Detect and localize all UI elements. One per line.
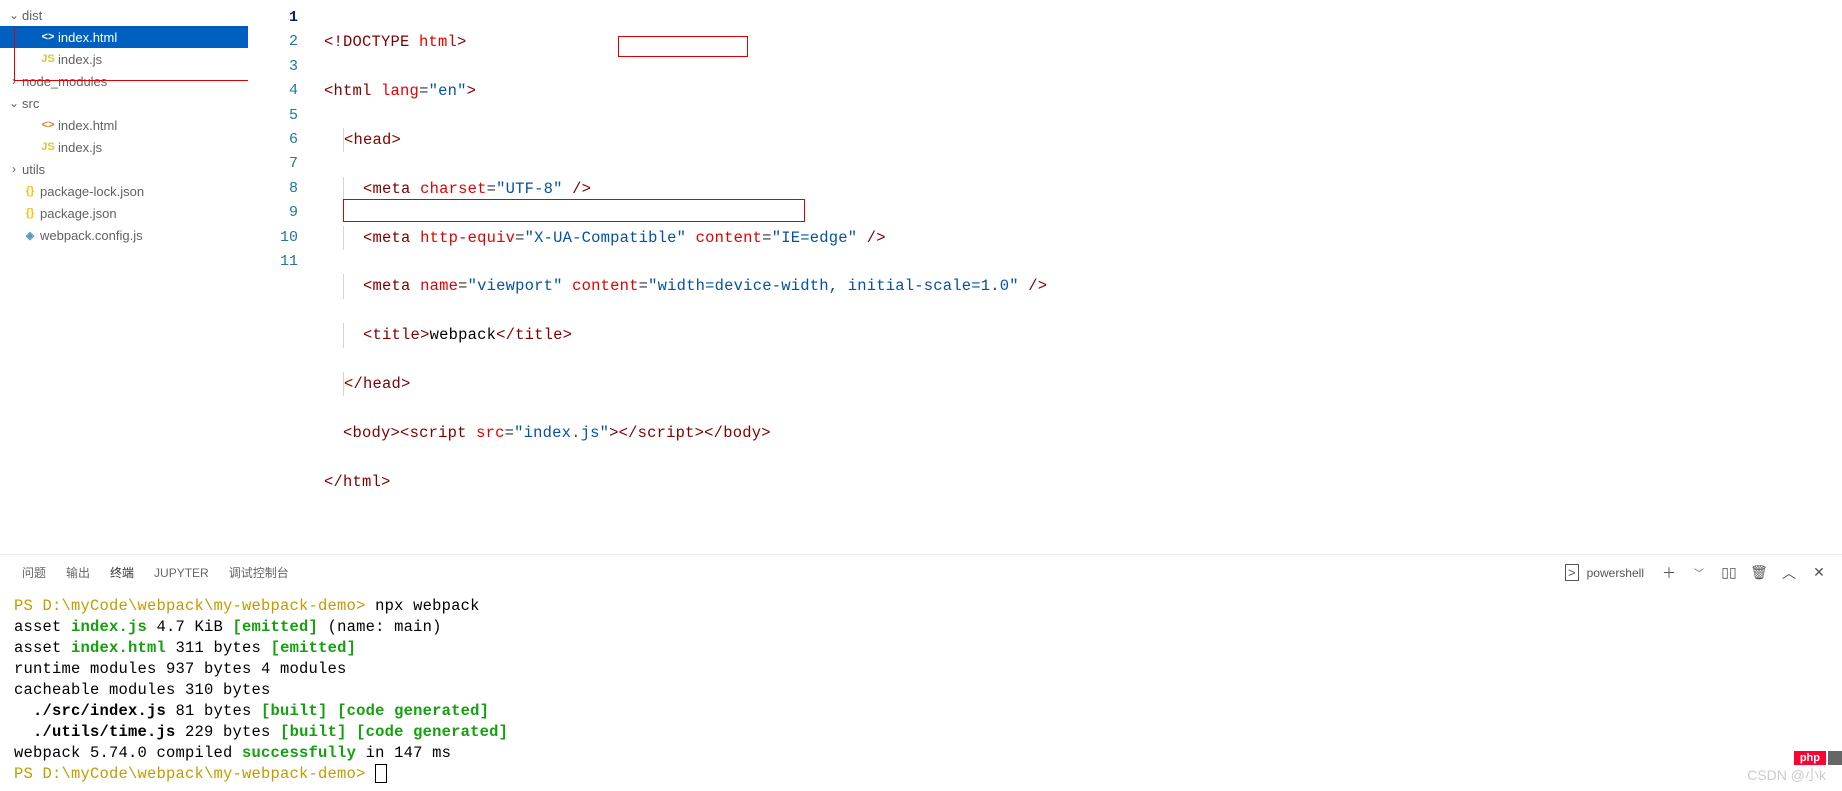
line-number: 8 bbox=[248, 177, 298, 201]
folder-src[interactable]: ⌄src bbox=[0, 92, 248, 114]
tree-item-label: package-lock.json bbox=[40, 184, 144, 199]
file-index.html[interactable]: <>index.html bbox=[0, 26, 248, 48]
folder-node_modules[interactable]: ›node_modules bbox=[0, 70, 248, 92]
line-number: 9 bbox=[248, 201, 298, 225]
tab-debug-console[interactable]: 调试控制台 bbox=[219, 555, 299, 590]
file-package-lock.json[interactable]: {}package-lock.json bbox=[0, 180, 248, 202]
watermark-php: php bbox=[1794, 751, 1826, 765]
chevron-down-icon: ⌄ bbox=[6, 96, 22, 110]
line-number: 6 bbox=[248, 128, 298, 152]
tree-item-label: index.html bbox=[58, 118, 117, 133]
line-number: 4 bbox=[248, 79, 298, 103]
line-number: 11 bbox=[248, 250, 298, 274]
chevron-right-icon: › bbox=[6, 162, 22, 176]
line-number: 5 bbox=[248, 104, 298, 128]
folder-dist[interactable]: ⌄dist bbox=[0, 4, 248, 26]
tree-item-label: dist bbox=[22, 8, 42, 23]
line-number: 2 bbox=[248, 30, 298, 54]
line-number: 7 bbox=[248, 152, 298, 176]
line-number: 3 bbox=[248, 55, 298, 79]
tree-item-label: index.js bbox=[58, 140, 102, 155]
tab-jupyter[interactable]: JUPYTER bbox=[144, 555, 219, 590]
tree-item-label: utils bbox=[22, 162, 45, 177]
tab-problems[interactable]: 问题 bbox=[12, 555, 56, 590]
tree-item-label: src bbox=[22, 96, 39, 111]
tree-item-label: node_modules bbox=[22, 74, 107, 89]
chevron-right-icon: › bbox=[6, 74, 22, 88]
tree-item-label: webpack.config.js bbox=[40, 228, 143, 243]
tab-terminal[interactable]: 终端 bbox=[100, 555, 144, 591]
watermark-php-shadow bbox=[1828, 751, 1842, 765]
file-explorer: ⌄dist<>index.htmlJSindex.js›node_modules… bbox=[0, 0, 248, 554]
file-index.html[interactable]: <>index.html bbox=[0, 114, 248, 136]
folder-utils[interactable]: ›utils bbox=[0, 158, 248, 180]
line-number: 1 bbox=[248, 6, 298, 30]
file-webpack.config.js[interactable]: ◈webpack.config.js bbox=[0, 224, 248, 246]
code-content[interactable]: <!DOCTYPE html> <html lang="en"> <head> … bbox=[324, 0, 1842, 554]
file-index.js[interactable]: JSindex.js bbox=[0, 136, 248, 158]
terminal-cursor bbox=[375, 764, 387, 783]
tab-output[interactable]: 输出 bbox=[56, 555, 100, 590]
chevron-down-icon: ⌄ bbox=[6, 8, 22, 22]
file-index.js[interactable]: JSindex.js bbox=[0, 48, 248, 70]
code-token: <!DOCTYPE bbox=[324, 33, 419, 51]
terminal-output[interactable]: PS D:\myCode\webpack\my-webpack-demo> np… bbox=[0, 590, 1842, 791]
tree-item-label: index.html bbox=[58, 30, 117, 45]
tree-item-label: package.json bbox=[40, 206, 117, 221]
code-editor[interactable]: 1234567891011 <!DOCTYPE html> <html lang… bbox=[248, 0, 1842, 554]
tree-item-label: index.js bbox=[58, 52, 102, 67]
watermark-csdn: CSDN @小k bbox=[1747, 765, 1826, 785]
line-number: 10 bbox=[248, 226, 298, 250]
file-package.json[interactable]: {}package.json bbox=[0, 202, 248, 224]
line-numbers: 1234567891011 bbox=[248, 0, 324, 554]
